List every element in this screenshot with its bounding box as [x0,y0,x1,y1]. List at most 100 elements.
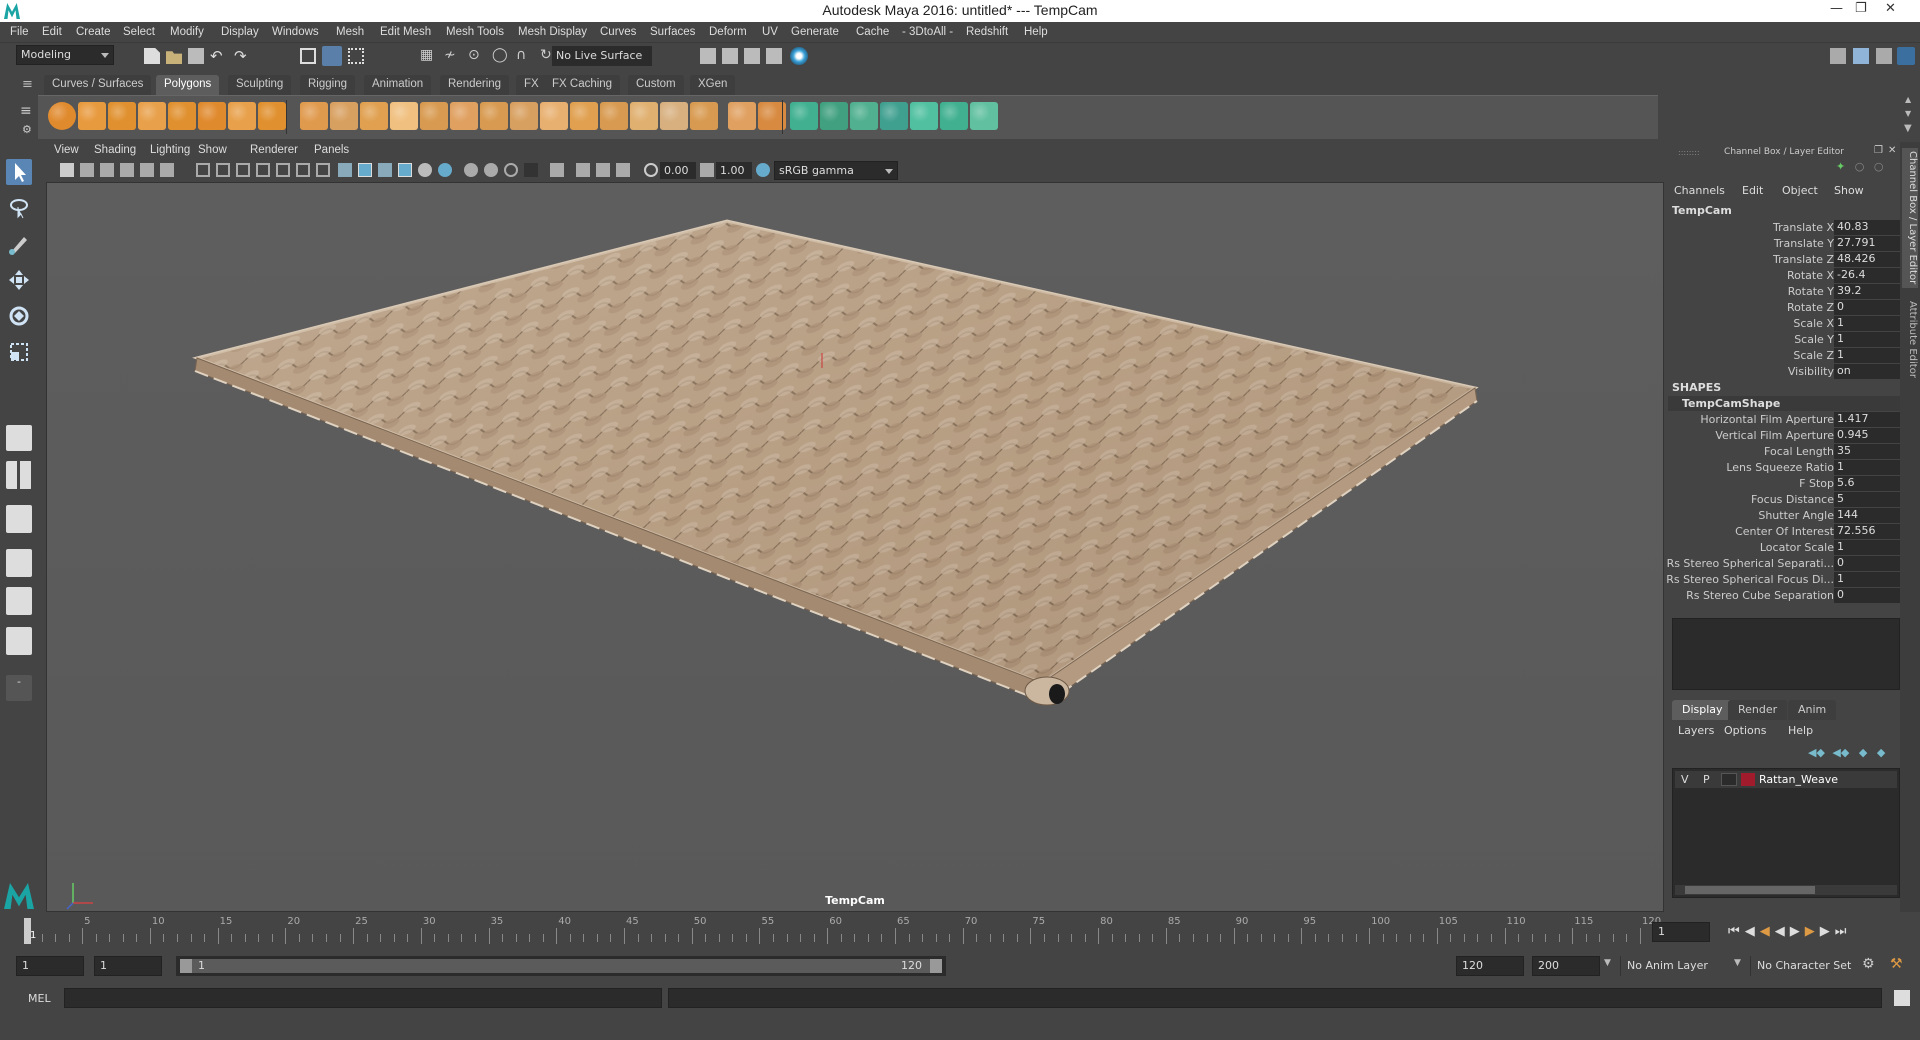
script-editor-icon[interactable] [1894,990,1910,1006]
camera-attributes-icon[interactable] [80,163,94,177]
bridge-icon[interactable] [480,102,508,130]
channel-value-field[interactable]: 40.83 [1834,220,1900,235]
tool-settings-icon[interactable] [1876,48,1892,64]
shelf-tab-sculpting[interactable]: Sculpting [228,75,292,95]
channel-value-field[interactable]: 1 [1834,332,1900,347]
channel-label[interactable]: Shutter Angle [1758,509,1834,522]
automatic-uv-icon[interactable] [820,102,848,130]
append-to-polygon-icon[interactable] [600,102,628,130]
step-forward-frame-icon[interactable]: ▶ [1820,924,1835,939]
channel-value-field[interactable]: 5.6 [1834,476,1900,491]
channel-row[interactable]: F Stop 5.6 [1668,476,1900,492]
insert-edge-loop-icon[interactable] [510,102,538,130]
channel-row[interactable]: Focus Distance 5 [1668,492,1900,508]
channel-row[interactable]: Horizontal Film Aperture 1.417 [1668,412,1900,428]
shelf-scroll-up-icon[interactable]: ▲ [1905,95,1911,104]
separate-icon[interactable] [330,102,358,130]
range-end-handle[interactable] [930,959,942,973]
channel-row[interactable]: Scale Y1 [1668,332,1900,348]
time-ruler[interactable]: 1 5 10 15 20 25 30 35 40 45 50 55 60 65 70 75 80 85 90 95 10… [24,914,1661,944]
depth-of-field-icon[interactable] [524,163,538,177]
hypershade-perspective-layout-icon[interactable] [6,587,32,615]
menu-windows[interactable]: Windows [272,26,319,38]
channel-value-field[interactable]: 1 [1834,316,1900,331]
auto-key-icon[interactable]: ⚙ [1862,956,1875,972]
xray-active-components-icon[interactable] [596,163,610,177]
channel-value-field[interactable]: 0 [1834,556,1900,571]
new-layer-icon[interactable]: ◆ [1877,746,1885,759]
planar-uv-icon[interactable] [790,102,818,130]
anti-aliasing-icon[interactable] [504,163,518,177]
shelf-menu-arrow-icon[interactable]: ▼ [1904,123,1912,134]
channel-row[interactable]: Rs Stereo Spherical Focus Di... 1 [1666,572,1900,588]
anim-layer-dropdown[interactable]: No Anim Layer [1620,956,1744,976]
redo-icon[interactable]: ↷ [234,47,247,65]
channel-label[interactable]: Translate Y [1774,237,1834,250]
channel-label[interactable]: Rotate X [1787,269,1834,282]
channel-value-field[interactable]: 1 [1834,348,1900,363]
channel-label[interactable]: Translate X [1773,221,1834,234]
wireframe-icon[interactable] [338,163,352,177]
channel-label[interactable]: Vertical Film Aperture [1715,429,1834,442]
layer-color-swatch[interactable] [1741,773,1755,786]
viewport-menu-shading[interactable]: Shading [94,144,136,156]
gamma-icon[interactable] [700,163,714,177]
attribute-editor-toggle-icon[interactable] [1853,48,1869,64]
single-perspective-layout-icon[interactable] [6,425,32,451]
channel-row[interactable]: Rs Stereo Cube Separation 0 [1668,588,1900,604]
gamma-field[interactable]: 1.00 [716,162,752,179]
channel-value-field[interactable]: -26.4 [1834,268,1900,283]
script-language-toggle[interactable]: MEL [28,992,51,1005]
scene-start-field[interactable]: 1 [16,956,84,976]
use-all-lights-icon[interactable] [418,163,432,177]
layer-menu-layers[interactable]: Layers [1678,724,1714,737]
layer-tab-display[interactable]: Display [1672,700,1733,720]
channel-value-field[interactable]: 0 [1834,588,1900,603]
open-scene-icon[interactable] [166,51,182,64]
close-icon[interactable]: ✕ [1885,1,1896,16]
lasso-tool-icon[interactable] [6,195,32,221]
perspective-outliner-layout-icon[interactable] [6,505,32,533]
channel-row[interactable]: Translate Z 48.426 [1668,252,1900,268]
exposure-icon[interactable] [644,163,658,177]
channel-value-field[interactable]: 72.556 [1834,524,1900,539]
channel-box-toggle-icon[interactable] [1897,47,1915,65]
four-view-layout-icon[interactable] [6,461,32,489]
ipr-render-icon[interactable] [744,48,760,64]
range-start-handle[interactable] [180,959,192,973]
undo-icon[interactable]: ↶ [210,47,223,65]
shelf-settings-icon[interactable]: ⚙ [22,123,32,136]
menu-help[interactable]: Help [1024,26,1048,38]
shelf-tab-animation[interactable]: Animation [364,75,432,95]
go-to-start-icon[interactable]: ⏮ [1728,924,1745,939]
channel-value-field[interactable]: 144 [1834,508,1900,523]
layer-menu-options[interactable]: Options [1724,724,1766,737]
menu-surfaces[interactable]: Surfaces [650,26,695,38]
poly-pyramid-icon[interactable] [228,102,256,130]
menu-edit[interactable]: Edit [42,26,62,38]
select-by-component-icon[interactable] [348,48,364,64]
shelf-tab-custom[interactable]: Custom [628,75,684,95]
poly-sphere-icon[interactable] [48,102,76,130]
wireframe-on-shaded-icon[interactable] [378,163,392,177]
play-backwards-icon[interactable]: ◀ [1775,924,1790,939]
layer-tab-render[interactable]: Render [1728,700,1788,720]
image-plane-icon[interactable] [120,163,134,177]
menu-curves[interactable]: Curves [600,26,636,38]
channel-label[interactable]: F Stop [1799,477,1834,490]
range-handle[interactable]: 1 120 [180,959,942,973]
step-back-frame-icon[interactable]: ◀ [1745,924,1760,939]
bevel-icon[interactable] [450,102,478,130]
channel-label[interactable]: Scale Y [1794,333,1834,346]
channel-label[interactable]: Rotate Y [1788,285,1834,298]
animation-preferences-icon[interactable]: ⚒ [1890,956,1903,972]
shelf-tab-xgen[interactable]: XGen [690,75,736,95]
channel-label[interactable]: Center Of Interest [1735,525,1834,538]
menu-create[interactable]: Create [76,26,111,38]
channel-value-field[interactable]: on [1834,364,1900,379]
channel-label[interactable]: Rs Stereo Spherical Focus Di... [1666,573,1834,586]
paint-select-tool-icon[interactable] [6,231,32,257]
layout-uv-icon[interactable] [940,102,968,130]
playback-end-field[interactable]: 120 [1456,956,1524,976]
perspective-viewport[interactable]: TempCam [46,182,1664,912]
